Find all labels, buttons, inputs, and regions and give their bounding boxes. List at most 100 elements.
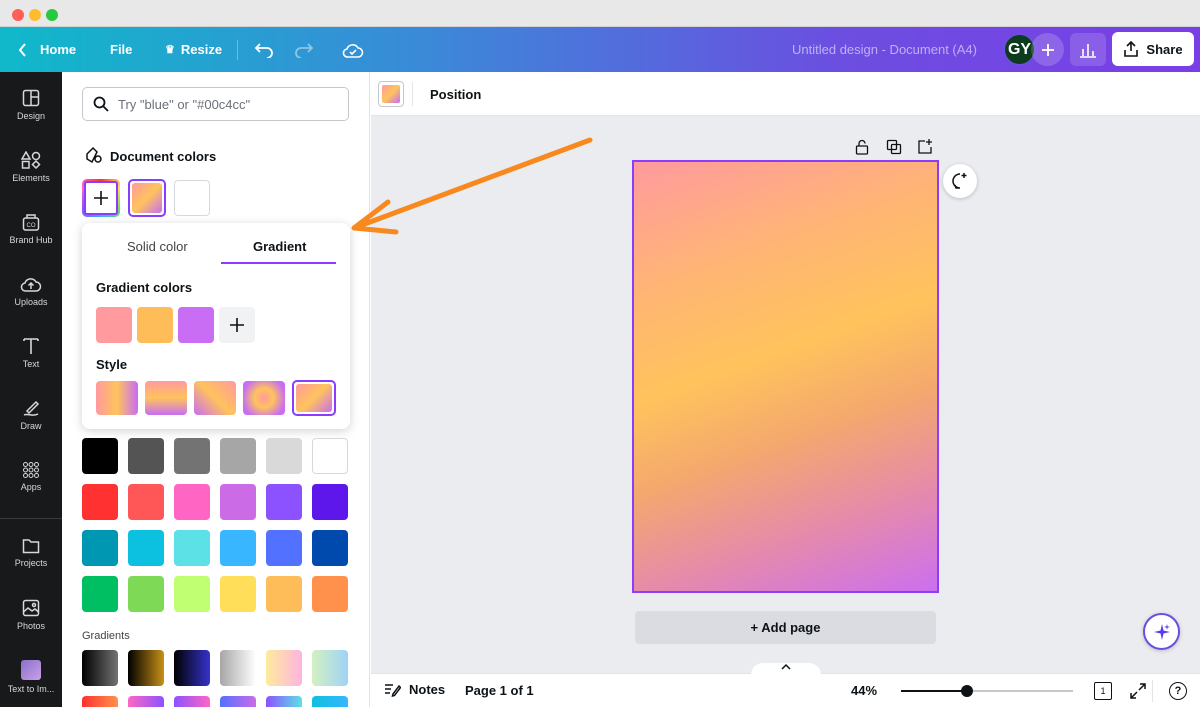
add-gradient-stop-button[interactable] bbox=[219, 307, 255, 343]
document-color-white-swatch[interactable] bbox=[174, 180, 210, 216]
color-swatch[interactable] bbox=[128, 530, 164, 566]
file-menu-button[interactable]: File bbox=[110, 27, 132, 72]
fill-color-button[interactable] bbox=[378, 81, 404, 107]
magic-assistant-button[interactable] bbox=[1143, 613, 1180, 650]
color-swatch[interactable] bbox=[220, 530, 256, 566]
cloud-save-button[interactable] bbox=[342, 27, 364, 72]
color-swatch[interactable] bbox=[266, 438, 302, 474]
position-button[interactable]: Position bbox=[430, 87, 481, 102]
gradient-swatch[interactable] bbox=[220, 650, 256, 686]
gradient-swatch[interactable] bbox=[82, 650, 118, 686]
color-swatch[interactable] bbox=[312, 576, 348, 612]
rail-label: Elements bbox=[12, 173, 50, 183]
add-page-button[interactable]: + Add page bbox=[635, 611, 936, 644]
style-radial[interactable] bbox=[243, 381, 285, 415]
color-swatch[interactable] bbox=[312, 530, 348, 566]
color-swatch[interactable] bbox=[82, 576, 118, 612]
design-page[interactable] bbox=[632, 160, 939, 593]
gradient-popover: Solid color Gradient Gradient colors Sty… bbox=[82, 223, 350, 429]
zoom-slider-track[interactable] bbox=[901, 685, 1073, 697]
gradient-swatch[interactable] bbox=[220, 696, 256, 707]
gradient-swatch[interactable] bbox=[82, 696, 118, 707]
color-swatch[interactable] bbox=[128, 484, 164, 520]
style-linear-vertical[interactable] bbox=[145, 381, 187, 415]
comment-button[interactable] bbox=[943, 164, 977, 198]
color-swatch[interactable] bbox=[174, 438, 210, 474]
color-swatch[interactable] bbox=[266, 484, 302, 520]
duplicate-icon[interactable] bbox=[886, 139, 902, 155]
rail-item-text-to-image[interactable]: Text to Im... bbox=[0, 648, 62, 706]
minimize-window-button[interactable] bbox=[29, 9, 41, 21]
rail-item-uploads[interactable]: Uploads bbox=[0, 262, 62, 320]
tab-gradient[interactable]: Gradient bbox=[253, 239, 306, 254]
color-swatch[interactable] bbox=[266, 530, 302, 566]
gradient-swatch[interactable] bbox=[266, 650, 302, 686]
color-swatch[interactable] bbox=[174, 576, 210, 612]
zoom-slider-thumb[interactable] bbox=[961, 685, 973, 697]
gradient-swatch[interactable] bbox=[174, 696, 210, 707]
notes-button[interactable]: Notes bbox=[384, 682, 445, 697]
rail-item-photos[interactable]: Photos bbox=[0, 586, 62, 644]
style-linear-diagonal[interactable] bbox=[194, 381, 236, 415]
color-swatch[interactable] bbox=[82, 530, 118, 566]
share-button[interactable]: Share bbox=[1112, 32, 1194, 66]
home-button[interactable]: Home bbox=[18, 27, 76, 72]
page-indicator[interactable]: Page 1 of 1 bbox=[465, 683, 534, 698]
rail-item-apps[interactable]: Apps bbox=[0, 448, 62, 506]
undo-button[interactable] bbox=[254, 27, 274, 72]
gradient-color-stop-1[interactable] bbox=[96, 307, 132, 343]
color-search-input[interactable]: Try "blue" or "#00c4cc" bbox=[82, 87, 349, 121]
comment-add-icon bbox=[952, 173, 967, 189]
close-window-button[interactable] bbox=[12, 9, 24, 21]
gradient-swatch[interactable] bbox=[312, 696, 348, 707]
color-swatch[interactable] bbox=[312, 438, 348, 474]
window-titlebar bbox=[0, 0, 1200, 27]
document-color-gradient-swatch[interactable] bbox=[128, 179, 166, 217]
style-linear-horizontal[interactable] bbox=[96, 381, 138, 415]
rail-item-brand-hub[interactable]: CO Brand Hub bbox=[0, 200, 62, 258]
insights-button[interactable] bbox=[1070, 33, 1106, 66]
gradient-color-stop-2[interactable] bbox=[137, 307, 173, 343]
gradient-swatch[interactable] bbox=[174, 650, 210, 686]
gradient-color-stop-3[interactable] bbox=[178, 307, 214, 343]
color-swatch[interactable] bbox=[82, 438, 118, 474]
color-swatch[interactable] bbox=[220, 576, 256, 612]
page-grid-button[interactable]: 1 bbox=[1094, 682, 1112, 700]
rail-item-projects[interactable]: Projects bbox=[0, 524, 62, 582]
resize-button[interactable]: ♛ Resize bbox=[165, 27, 222, 72]
redo-button[interactable] bbox=[294, 27, 314, 72]
fullscreen-icon[interactable] bbox=[1130, 683, 1146, 699]
context-toolbar: Position bbox=[371, 72, 1200, 116]
color-swatch[interactable] bbox=[220, 484, 256, 520]
color-swatch[interactable] bbox=[312, 484, 348, 520]
help-button[interactable]: ? bbox=[1169, 682, 1187, 700]
expand-pages-handle[interactable] bbox=[751, 663, 821, 675]
gradient-swatch[interactable] bbox=[266, 696, 302, 707]
gradient-swatch[interactable] bbox=[128, 650, 164, 686]
add-color-button[interactable] bbox=[82, 179, 120, 217]
rail-item-draw[interactable]: Draw bbox=[0, 386, 62, 444]
gradient-swatch[interactable] bbox=[312, 650, 348, 686]
zoom-level[interactable]: 44% bbox=[851, 683, 877, 698]
tab-solid-color[interactable]: Solid color bbox=[127, 239, 188, 254]
rail-item-elements[interactable]: Elements bbox=[0, 138, 62, 196]
document-title[interactable]: Untitled design - Document (A4) bbox=[792, 42, 977, 57]
add-collaborator-button[interactable] bbox=[1031, 33, 1064, 66]
color-swatch[interactable] bbox=[128, 438, 164, 474]
color-swatch[interactable] bbox=[128, 576, 164, 612]
add-page-icon[interactable] bbox=[917, 139, 933, 155]
style-linear-diagonal-reverse-selected[interactable] bbox=[292, 380, 336, 416]
design-icon bbox=[22, 89, 40, 107]
undo-icon bbox=[254, 42, 273, 58]
color-swatch[interactable] bbox=[220, 438, 256, 474]
color-swatch[interactable] bbox=[266, 576, 302, 612]
palette-icon bbox=[86, 146, 102, 164]
color-swatch[interactable] bbox=[174, 484, 210, 520]
gradient-swatch[interactable] bbox=[128, 696, 164, 707]
color-swatch[interactable] bbox=[82, 484, 118, 520]
rail-item-design[interactable]: Design bbox=[0, 76, 62, 134]
maximize-window-button[interactable] bbox=[46, 9, 58, 21]
color-swatch[interactable] bbox=[174, 530, 210, 566]
rail-item-text[interactable]: Text bbox=[0, 324, 62, 382]
lock-icon[interactable] bbox=[855, 139, 869, 155]
